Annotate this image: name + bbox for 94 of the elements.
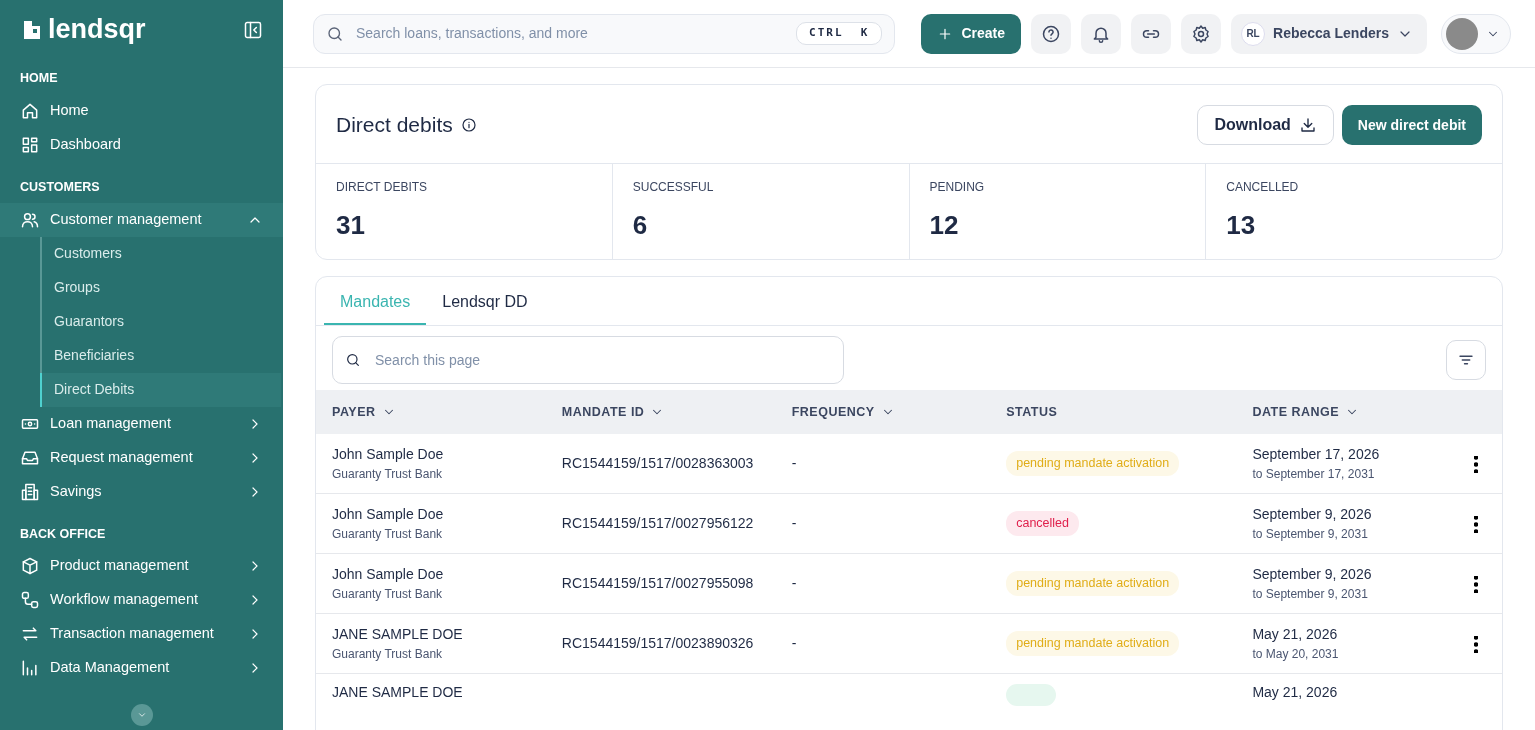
settings-icon xyxy=(1191,23,1212,44)
more-vertical-icon xyxy=(1474,635,1479,653)
sidebar-item[interactable]: Data Management xyxy=(0,651,283,686)
sidebar-item[interactable]: Loan management xyxy=(0,406,283,441)
sidebar-item[interactable]: Workflow management xyxy=(0,583,283,618)
download-icon xyxy=(1298,116,1317,134)
start-date: September 9, 2026 xyxy=(1252,505,1373,524)
section-heading: HOME xyxy=(19,70,59,87)
bank-name: Guaranty Trust Bank xyxy=(332,466,444,483)
payer-name: John Sample Doe xyxy=(332,565,445,584)
start-date: May 21, 2026 xyxy=(1252,625,1339,644)
bank-name: Guaranty Trust Bank xyxy=(332,526,444,543)
section-heading: BACK OFFICE xyxy=(19,525,107,543)
global-search-input[interactable]: Search loans, transactions, and more xyxy=(354,22,787,45)
frequency-value: - xyxy=(791,514,798,533)
submenu-item[interactable]: Direct Debits xyxy=(40,372,281,407)
payer-name: John Sample Doe xyxy=(332,445,445,464)
sidebar-item[interactable]: Customer management xyxy=(0,202,283,237)
mandate-id: RC1544159/1517/0023890326 xyxy=(561,634,755,653)
end-date: to September 17, 2031 xyxy=(1252,466,1376,483)
status-badge: cancelled xyxy=(1006,511,1080,536)
download-button[interactable]: Download xyxy=(1197,105,1334,145)
submenu-item[interactable]: Customers xyxy=(40,236,281,271)
stat-value: 31 xyxy=(336,209,366,242)
mandate-id: RC1544159/1517/0027955098 xyxy=(561,574,755,593)
stat-label: DIRECT DEBITS xyxy=(336,179,429,196)
brand-name: lendsqr xyxy=(48,16,146,43)
mandate-id: RC1544159/1517/0027956122 xyxy=(561,514,755,533)
more-vertical-icon xyxy=(1474,575,1479,593)
column-header[interactable]: DATE RANGE xyxy=(1252,402,1340,422)
search-icon xyxy=(345,352,361,368)
user-menu-button[interactable]: RL Rebecca Lenders xyxy=(1231,13,1427,54)
column-header[interactable]: STATUS xyxy=(1006,402,1058,422)
user-initials-avatar: RL xyxy=(1241,21,1266,46)
column-header[interactable]: PAYER xyxy=(332,402,376,422)
filter-button[interactable] xyxy=(1446,340,1486,380)
help-button[interactable] xyxy=(1031,13,1072,54)
link-button[interactable] xyxy=(1131,13,1172,54)
frequency-value: - xyxy=(791,574,798,593)
frequency-value: - xyxy=(791,634,798,653)
frequency-value: - xyxy=(791,454,798,473)
section-heading: CUSTOMERS xyxy=(19,178,101,196)
start-date: May 21, 2026 xyxy=(1252,683,1339,702)
create-button[interactable]: Create xyxy=(921,13,1022,54)
sidebar-item[interactable]: Request management xyxy=(0,440,283,475)
sidebar-item[interactable]: Transaction management xyxy=(0,617,283,652)
status-badge: pending mandate activation xyxy=(1006,631,1180,656)
payer-name: John Sample Doe xyxy=(332,505,445,524)
payer-name: JANE SAMPLE DOE xyxy=(332,683,464,702)
stat-label: SUCCESSFUL xyxy=(632,179,715,196)
bank-name: Guaranty Trust Bank xyxy=(332,646,444,663)
sidebar-item[interactable]: Savings xyxy=(0,474,283,509)
notifications-button[interactable] xyxy=(1081,13,1122,54)
payer-name: JANE SAMPLE DOE xyxy=(332,625,464,644)
end-date: to September 9, 2031 xyxy=(1252,586,1369,603)
submenu-item[interactable]: Groups xyxy=(40,270,281,305)
profile-menu-button[interactable] xyxy=(1441,13,1511,54)
stat-value: 13 xyxy=(1226,209,1257,242)
search-icon xyxy=(326,24,344,43)
start-date: September 17, 2026 xyxy=(1252,445,1381,464)
status-badge: pending mandate activation xyxy=(1006,571,1180,596)
column-header[interactable]: MANDATE ID xyxy=(561,402,645,422)
status-badge: pending mandate activation xyxy=(1006,451,1180,476)
sidebar-collapse-icon xyxy=(243,20,263,41)
global-search-field[interactable]: Search loans, transactions, and more CTRL K xyxy=(313,13,896,54)
new-direct-debit-button[interactable]: New direct debit xyxy=(1341,105,1482,145)
settings-button[interactable] xyxy=(1181,13,1222,54)
stat-value: 6 xyxy=(632,209,649,242)
start-date: September 9, 2026 xyxy=(1252,565,1373,584)
end-date: to September 9, 2031 xyxy=(1252,526,1369,543)
package-icon xyxy=(20,556,40,577)
sidebar-item[interactable]: Dashboard xyxy=(0,127,283,162)
keyboard-shortcut: CTRL K xyxy=(796,22,883,45)
mandate-id: RC1544159/1517/0028363003 xyxy=(561,454,755,473)
stat-value: 12 xyxy=(929,209,960,242)
bank-name: Guaranty Trust Bank xyxy=(332,586,444,603)
stat-label: CANCELLED xyxy=(1226,179,1300,196)
photo-placeholder xyxy=(1446,17,1478,50)
submenu-item[interactable]: Beneficiaries xyxy=(40,338,281,373)
tab[interactable]: Lendsqr DD xyxy=(426,277,544,325)
more-vertical-icon xyxy=(1474,455,1479,473)
more-vertical-icon xyxy=(1474,515,1479,533)
submenu-item[interactable]: Guarantors xyxy=(40,304,281,339)
end-date: to May 20, 2031 xyxy=(1252,646,1340,663)
workflow-icon xyxy=(20,590,40,611)
sidebar-item[interactable]: Home xyxy=(0,93,283,128)
table-search-field[interactable]: Search this page xyxy=(332,336,844,384)
help-icon xyxy=(1041,23,1062,44)
page-title: Direct debits xyxy=(336,112,453,138)
column-header[interactable]: FREQUENCY xyxy=(791,402,875,422)
stat-label: PENDING xyxy=(929,179,986,196)
sidebar-item[interactable]: Product management xyxy=(0,549,283,584)
building-icon xyxy=(20,481,40,502)
info-icon xyxy=(460,117,477,133)
